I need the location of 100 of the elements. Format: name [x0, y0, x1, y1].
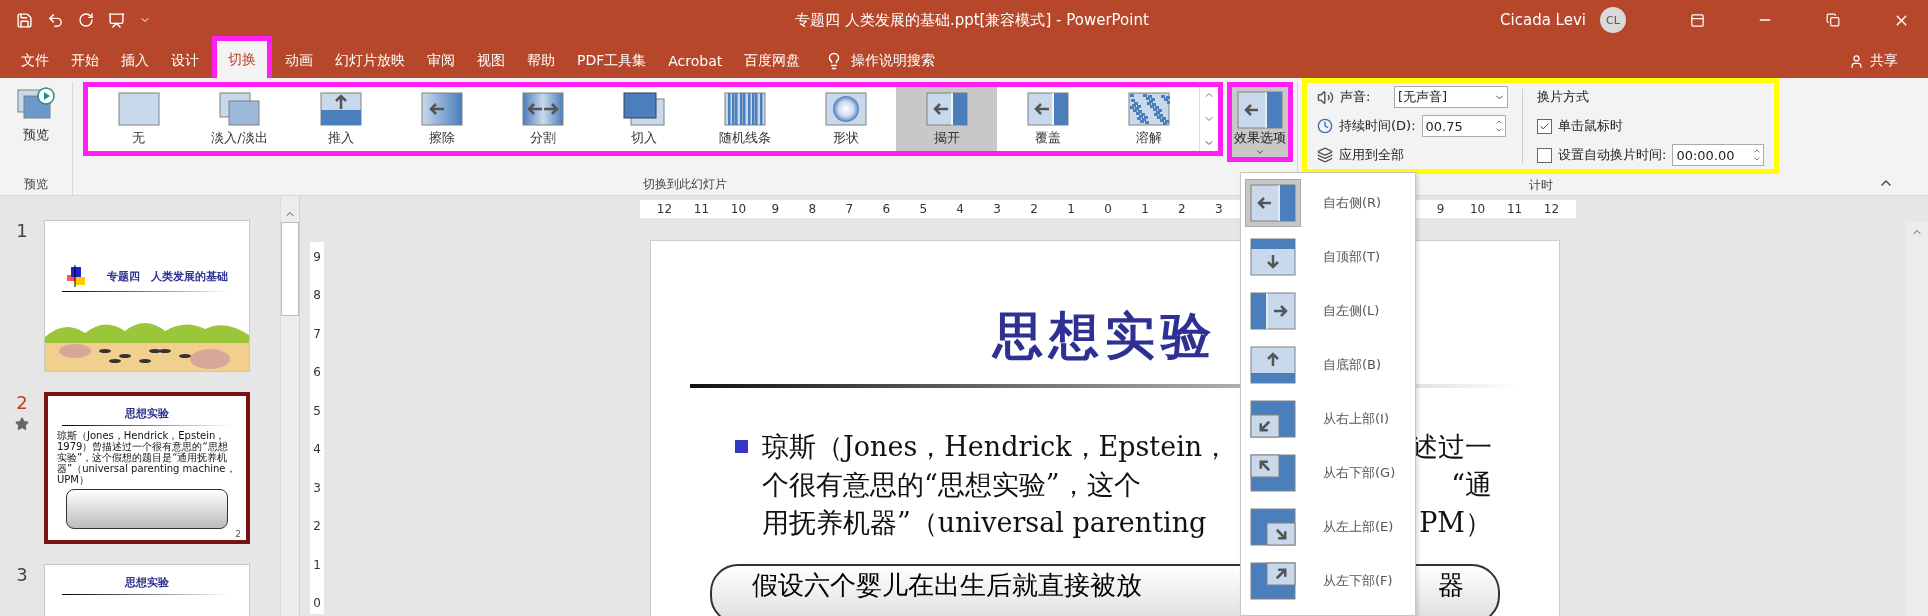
- scrollbar[interactable]: [280, 196, 299, 616]
- transition-option[interactable]: 无: [88, 87, 189, 151]
- ribbon-tab[interactable]: 文件: [10, 44, 60, 78]
- top-direction-icon: [1250, 238, 1296, 276]
- tell-me-search[interactable]: 操作说明搜索: [851, 52, 936, 70]
- window-title: 专题四 人类发展的基础.ppt[兼容模式] - PowerPoint: [795, 10, 1149, 30]
- ribbon-tab[interactable]: 审阅: [416, 44, 466, 78]
- menu-item[interactable]: 自顶部(T): [1245, 231, 1415, 283]
- slide-number: 2: [16, 392, 28, 413]
- ribbon-tab[interactable]: 切换: [212, 36, 272, 78]
- apply-to-all-button[interactable]: 应用到全部: [1317, 143, 1508, 167]
- duration-field[interactable]: 00.75: [1421, 115, 1506, 137]
- cut-transition-icon: [622, 91, 665, 126]
- slide-thumbnail[interactable]: 思想实验: [44, 564, 250, 616]
- bullet-text: 用抚养机器”（universal parenting: [762, 506, 1207, 540]
- sound-label: 声音:: [1340, 88, 1372, 106]
- spin-up-icon[interactable]: [1494, 118, 1503, 126]
- fade-transition-icon: [218, 91, 261, 126]
- restore-icon[interactable]: [1826, 13, 1840, 27]
- scrollbar[interactable]: [1906, 222, 1928, 616]
- bullet-text: 琼斯（Jones，Hendrick，Epstein，: [762, 430, 1230, 464]
- spin-down-icon[interactable]: [1753, 155, 1762, 163]
- bullet-text: PM）: [1419, 506, 1492, 540]
- transition-option[interactable]: 切入: [593, 87, 694, 151]
- top-right-direction-icon: [1250, 400, 1296, 438]
- ribbon-tab[interactable]: Acrobat: [657, 44, 734, 78]
- reveal-transition-icon: [925, 91, 968, 126]
- slide-thumbnail[interactable]: 专题四 人类发展的基础: [44, 220, 250, 372]
- ribbon-display-icon[interactable]: [1689, 12, 1705, 28]
- checkbox-label: 设置自动换片时间:: [1558, 146, 1667, 164]
- bullet-text: “通: [1451, 468, 1492, 502]
- bullet-text: 个很有意思的“思想实验”，这个: [762, 468, 1141, 502]
- ribbon-tab[interactable]: 幻灯片放映: [324, 44, 416, 78]
- save-icon[interactable]: [16, 11, 33, 29]
- menu-item[interactable]: 从右下部(G): [1245, 447, 1415, 499]
- menu-item[interactable]: 自底部(B): [1245, 339, 1415, 391]
- page-number: 2: [235, 529, 241, 539]
- thumbnail-title: 专题四 人类发展的基础: [106, 268, 228, 284]
- transition-option[interactable]: 推入: [290, 87, 391, 151]
- thumbnail-bullet-text: 琼斯（Jones，Hendrick，Epstein，1979）曾描述过一个很有意思的“思想实验”，这个假想的题目是“通用抚养机器”（universal parenting machine，UPM）: [57, 430, 237, 485]
- ribbon-tab[interactable]: PDF工具集: [566, 44, 658, 78]
- menu-item[interactable]: 自左侧(L): [1245, 285, 1415, 337]
- vertical-ruler: 9 8 7 6 5 4 3 2 1 0: [310, 242, 324, 614]
- ribbon-tab[interactable]: 动画: [274, 44, 324, 78]
- spin-up-icon[interactable]: [1753, 147, 1762, 155]
- undo-icon[interactable]: [47, 11, 64, 29]
- ribbon-tab[interactable]: 百度网盘: [733, 44, 812, 78]
- group-label: 计时: [1528, 177, 1553, 194]
- transition-option[interactable]: 淡入/淡出: [189, 87, 290, 151]
- sound-icon: [1317, 88, 1334, 106]
- transition-option[interactable]: 分割: [492, 87, 593, 151]
- effect-options-button[interactable]: 效果选项: [1227, 82, 1293, 162]
- bullet-icon: [735, 440, 748, 453]
- transition-option[interactable]: 擦除: [391, 87, 492, 151]
- wipe-transition-icon: [420, 91, 463, 126]
- stack-icon: [1317, 147, 1333, 163]
- share-button[interactable]: 共享: [1870, 52, 1898, 70]
- transition-option[interactable]: 揭开: [896, 87, 997, 151]
- squares-decoration-icon: [66, 265, 87, 287]
- ribbon-tab[interactable]: 帮助: [516, 44, 566, 78]
- person-icon[interactable]: [1849, 53, 1864, 69]
- transition-option[interactable]: 随机线条: [694, 87, 795, 151]
- transition-option[interactable]: 溶解: [1098, 87, 1199, 151]
- transition-option[interactable]: 覆盖: [997, 87, 1098, 151]
- ribbon-tab[interactable]: 设计: [160, 44, 210, 78]
- menu-item[interactable]: 从右上部(I): [1245, 393, 1415, 445]
- advance-time-field[interactable]: 00:00.00: [1672, 144, 1765, 166]
- duration-label: 持续时间(D):: [1339, 117, 1416, 135]
- menu-item[interactable]: 从左上部(E): [1245, 501, 1415, 553]
- caret-icon: [1255, 147, 1265, 157]
- shape-transition-icon: [824, 91, 867, 126]
- preview-button[interactable]: 预览: [10, 82, 62, 148]
- none-transition-icon: [117, 91, 160, 126]
- top-left-direction-icon: [1250, 508, 1296, 546]
- avatar[interactable]: CL: [1600, 7, 1626, 33]
- checkbox[interactable]: [1537, 118, 1552, 134]
- box-text: 假设六个婴儿在出生后就直接被放: [752, 569, 1142, 602]
- scroll-thumb[interactable]: [281, 222, 299, 316]
- cover-transition-icon: [1026, 91, 1069, 126]
- box-text: 器: [1438, 569, 1464, 602]
- bars-transition-icon: [723, 91, 766, 126]
- clock-icon: [1317, 118, 1333, 134]
- check-icon: [1539, 120, 1550, 132]
- left-direction-icon: [1250, 292, 1296, 330]
- checkbox[interactable]: [1537, 147, 1552, 163]
- ribbon-tab[interactable]: 视图: [466, 44, 516, 78]
- ribbon-tab[interactable]: 开始: [60, 44, 110, 78]
- animation-star-icon: [15, 417, 29, 431]
- slide-number: 3: [16, 564, 28, 585]
- ribbon-tab[interactable]: 插入: [110, 44, 160, 78]
- redo-icon[interactable]: [78, 12, 94, 28]
- thumbnail-title: 思想实验: [125, 575, 169, 590]
- slideshow-icon[interactable]: [108, 11, 125, 29]
- slide-title: 思想实验: [993, 305, 1217, 367]
- sound-dropdown[interactable]: [无声音]: [1394, 86, 1508, 108]
- menu-item[interactable]: 从左下部(F): [1245, 555, 1415, 607]
- advance-slide-heading: 换片方式: [1537, 88, 1589, 106]
- transition-option[interactable]: 形状: [795, 87, 896, 151]
- spin-down-icon[interactable]: [1494, 126, 1503, 134]
- slide-thumbnail[interactable]: 思想实验 琼斯（Jones，Hendrick，Epstein，1979）曾描述过一个很有意思的“思想实验”，这个假想的题目是“通用抚养机器”（universal parenting machine，UPM） 2: [44, 392, 250, 544]
